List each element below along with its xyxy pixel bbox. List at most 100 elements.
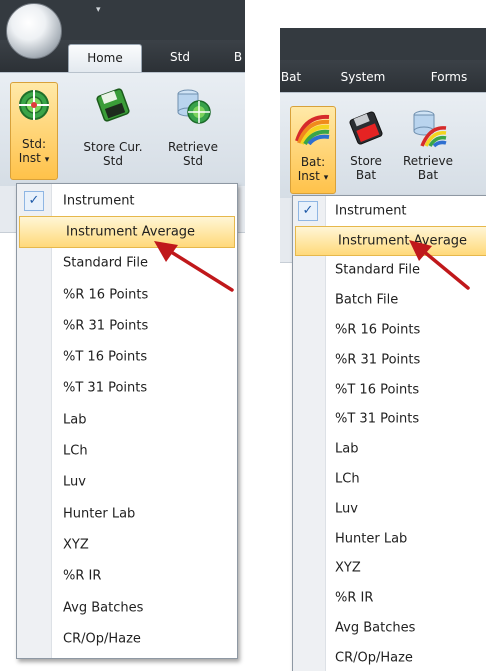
bat-inst-button[interactable]: Bat: Inst ▾ (290, 106, 336, 194)
menu-item-lab[interactable]: Lab (293, 434, 486, 464)
menu-item-label: Luv (63, 474, 86, 490)
menu-item-luv[interactable]: Luv (293, 494, 486, 524)
menu-item-luv[interactable]: Luv (17, 467, 237, 498)
menu-item-label: %T 16 Points (63, 349, 148, 365)
menu-item-label: %R IR (63, 568, 102, 584)
menu-item-label: %R 16 Points (335, 322, 421, 338)
chevron-down-icon: ▾ (44, 155, 50, 165)
menu-item-r-31-points[interactable]: %R 31 Points (17, 310, 237, 341)
rainbow-wave-icon (295, 114, 330, 145)
menu-item-lab[interactable]: Lab (17, 404, 237, 435)
menu-item-r-16-points[interactable]: %R 16 Points (293, 315, 486, 345)
menu-item-label: %R 16 Points (63, 287, 149, 303)
menu-item-t-16-points[interactable]: %T 16 Points (293, 375, 486, 405)
floppy-disk-red-icon (349, 111, 383, 145)
menu-item-label: Luv (335, 501, 358, 517)
menu-item-t-31-points[interactable]: %T 31 Points (293, 405, 486, 435)
menu-item-label: Hunter Lab (335, 531, 408, 547)
retrieve-bat-label-line2: Bat (417, 168, 439, 182)
retrieve-std-label-line2: Std (183, 154, 203, 168)
menu-item-label: Instrument Average (338, 233, 468, 249)
retrieve-std-label-line1: Retrieve (167, 140, 219, 154)
menu-item-label: CR/Op/Haze (335, 650, 413, 666)
menu-item-label: %R 31 Points (335, 352, 421, 368)
menu-item-label: Lab (335, 441, 359, 457)
title-bar (280, 28, 486, 60)
menu-item-label: LCh (335, 471, 360, 487)
floppy-disk-icon (96, 88, 130, 122)
menu-item-avg-batches[interactable]: Avg Batches (17, 592, 237, 623)
bat-inst-label-line2: Inst ▾ (297, 169, 329, 183)
tab-forms[interactable]: Forms (424, 64, 474, 90)
retrieve-std-button[interactable]: Retrieve Std (160, 82, 226, 178)
chevron-down-icon: ▾ (323, 173, 329, 183)
menu-item-instrument-average[interactable]: Instrument Average (19, 216, 235, 248)
menu-item-label: Avg Batches (63, 600, 144, 616)
menu-item-hunter-lab[interactable]: Hunter Lab (293, 524, 486, 554)
retrieve-bat-button[interactable]: Retrieve Bat (396, 106, 460, 192)
menu-item-standard-file[interactable]: Standard File (17, 248, 237, 279)
crosshair-target-icon (19, 90, 49, 120)
menu-item-batch-file[interactable]: Batch File (293, 285, 486, 315)
menu-item-lch[interactable]: LCh (293, 464, 486, 494)
quick-access-dropdown-icon[interactable]: ▾ (96, 6, 105, 15)
menu-item-label: Instrument Average (66, 224, 196, 240)
store-bat-label-line2: Bat (355, 168, 377, 182)
menu-item-r-31-points[interactable]: %R 31 Points (293, 345, 486, 375)
menu-item-standard-file[interactable]: Standard File (293, 256, 486, 286)
std-inst-dropdown-menu: ✓ Instrument Instrument Average Standard Fi… (16, 183, 238, 659)
std-inst-label-line2: Inst ▾ (18, 151, 50, 165)
menu-item-instrument[interactable]: ✓ Instrument (293, 196, 486, 226)
bat-inst-label-line1: Bat: (300, 155, 326, 169)
menu-item-label: Standard File (63, 255, 149, 271)
menu-item-label: %T 31 Points (63, 380, 148, 396)
menu-item-label: %T 31 Points (335, 411, 420, 427)
std-inst-button[interactable]: Std: Inst ▾ (10, 82, 58, 180)
menu-item-r-16-points[interactable]: %R 16 Points (17, 279, 237, 310)
store-cur-std-label-line1: Store Cur. (83, 140, 143, 154)
menu-item-label: %R IR (335, 590, 374, 606)
left-screenshot-panel: ▾ Home Std B Std: Inst ▾ Store Cur. Std … (0, 0, 245, 671)
menu-item-label: CR/Op/Haze (63, 631, 141, 647)
tab-bat[interactable]: Bat (280, 64, 302, 90)
checkmark-icon: ✓ (298, 200, 318, 221)
menu-item-label: XYZ (335, 560, 361, 576)
menu-item-t-16-points[interactable]: %T 16 Points (17, 342, 237, 373)
menu-item-r-ir[interactable]: %R IR (293, 583, 486, 613)
menu-item-lch[interactable]: LCh (17, 435, 237, 466)
menu-item-label: Lab (63, 412, 87, 428)
menu-item-cr-op-haze[interactable]: CR/Op/Haze (293, 643, 486, 671)
store-cur-std-button[interactable]: Store Cur. Std (74, 82, 152, 178)
menu-item-hunter-lab[interactable]: Hunter Lab (17, 498, 237, 529)
tab-b[interactable]: B (228, 44, 245, 71)
menu-item-cr-op-haze[interactable]: CR/Op/Haze (17, 623, 237, 654)
menu-item-label: Standard File (335, 262, 421, 278)
menu-item-label: Batch File (335, 292, 399, 308)
right-screenshot-panel: Bat System Forms Bat: Inst ▾ Store Bat R… (280, 28, 486, 671)
database-color-icon (413, 110, 447, 148)
retrieve-bat-label-line1: Retrieve (402, 154, 454, 168)
menu-item-label: %T 16 Points (335, 382, 420, 398)
menu-item-xyz[interactable]: XYZ (293, 554, 486, 584)
menu-item-label: %R 31 Points (63, 318, 149, 334)
menu-item-instrument[interactable]: ✓ Instrument (17, 185, 237, 216)
tab-system[interactable]: System (336, 64, 390, 90)
checkmark-icon: ✓ (24, 190, 44, 211)
tab-std[interactable]: Std (150, 44, 210, 71)
store-bat-label-line1: Store (350, 154, 382, 168)
menu-item-label: LCh (63, 443, 88, 459)
menu-item-instrument-average[interactable]: Instrument Average (295, 225, 486, 256)
menu-item-label: Instrument (335, 203, 407, 219)
tab-home[interactable]: Home (68, 44, 142, 72)
store-cur-std-label-line2: Std (103, 154, 123, 168)
menu-item-avg-batches[interactable]: Avg Batches (293, 613, 486, 643)
store-bat-button[interactable]: Store Bat (342, 106, 390, 192)
database-target-icon (177, 89, 211, 124)
menu-item-label: XYZ (63, 537, 89, 553)
menu-item-r-ir[interactable]: %R IR (17, 561, 237, 592)
office-button-icon[interactable] (6, 3, 62, 59)
menu-item-xyz[interactable]: XYZ (17, 529, 237, 560)
menu-item-label: Hunter Lab (63, 506, 136, 522)
menu-item-label: Instrument (63, 193, 135, 209)
menu-item-t-31-points[interactable]: %T 31 Points (17, 373, 237, 404)
